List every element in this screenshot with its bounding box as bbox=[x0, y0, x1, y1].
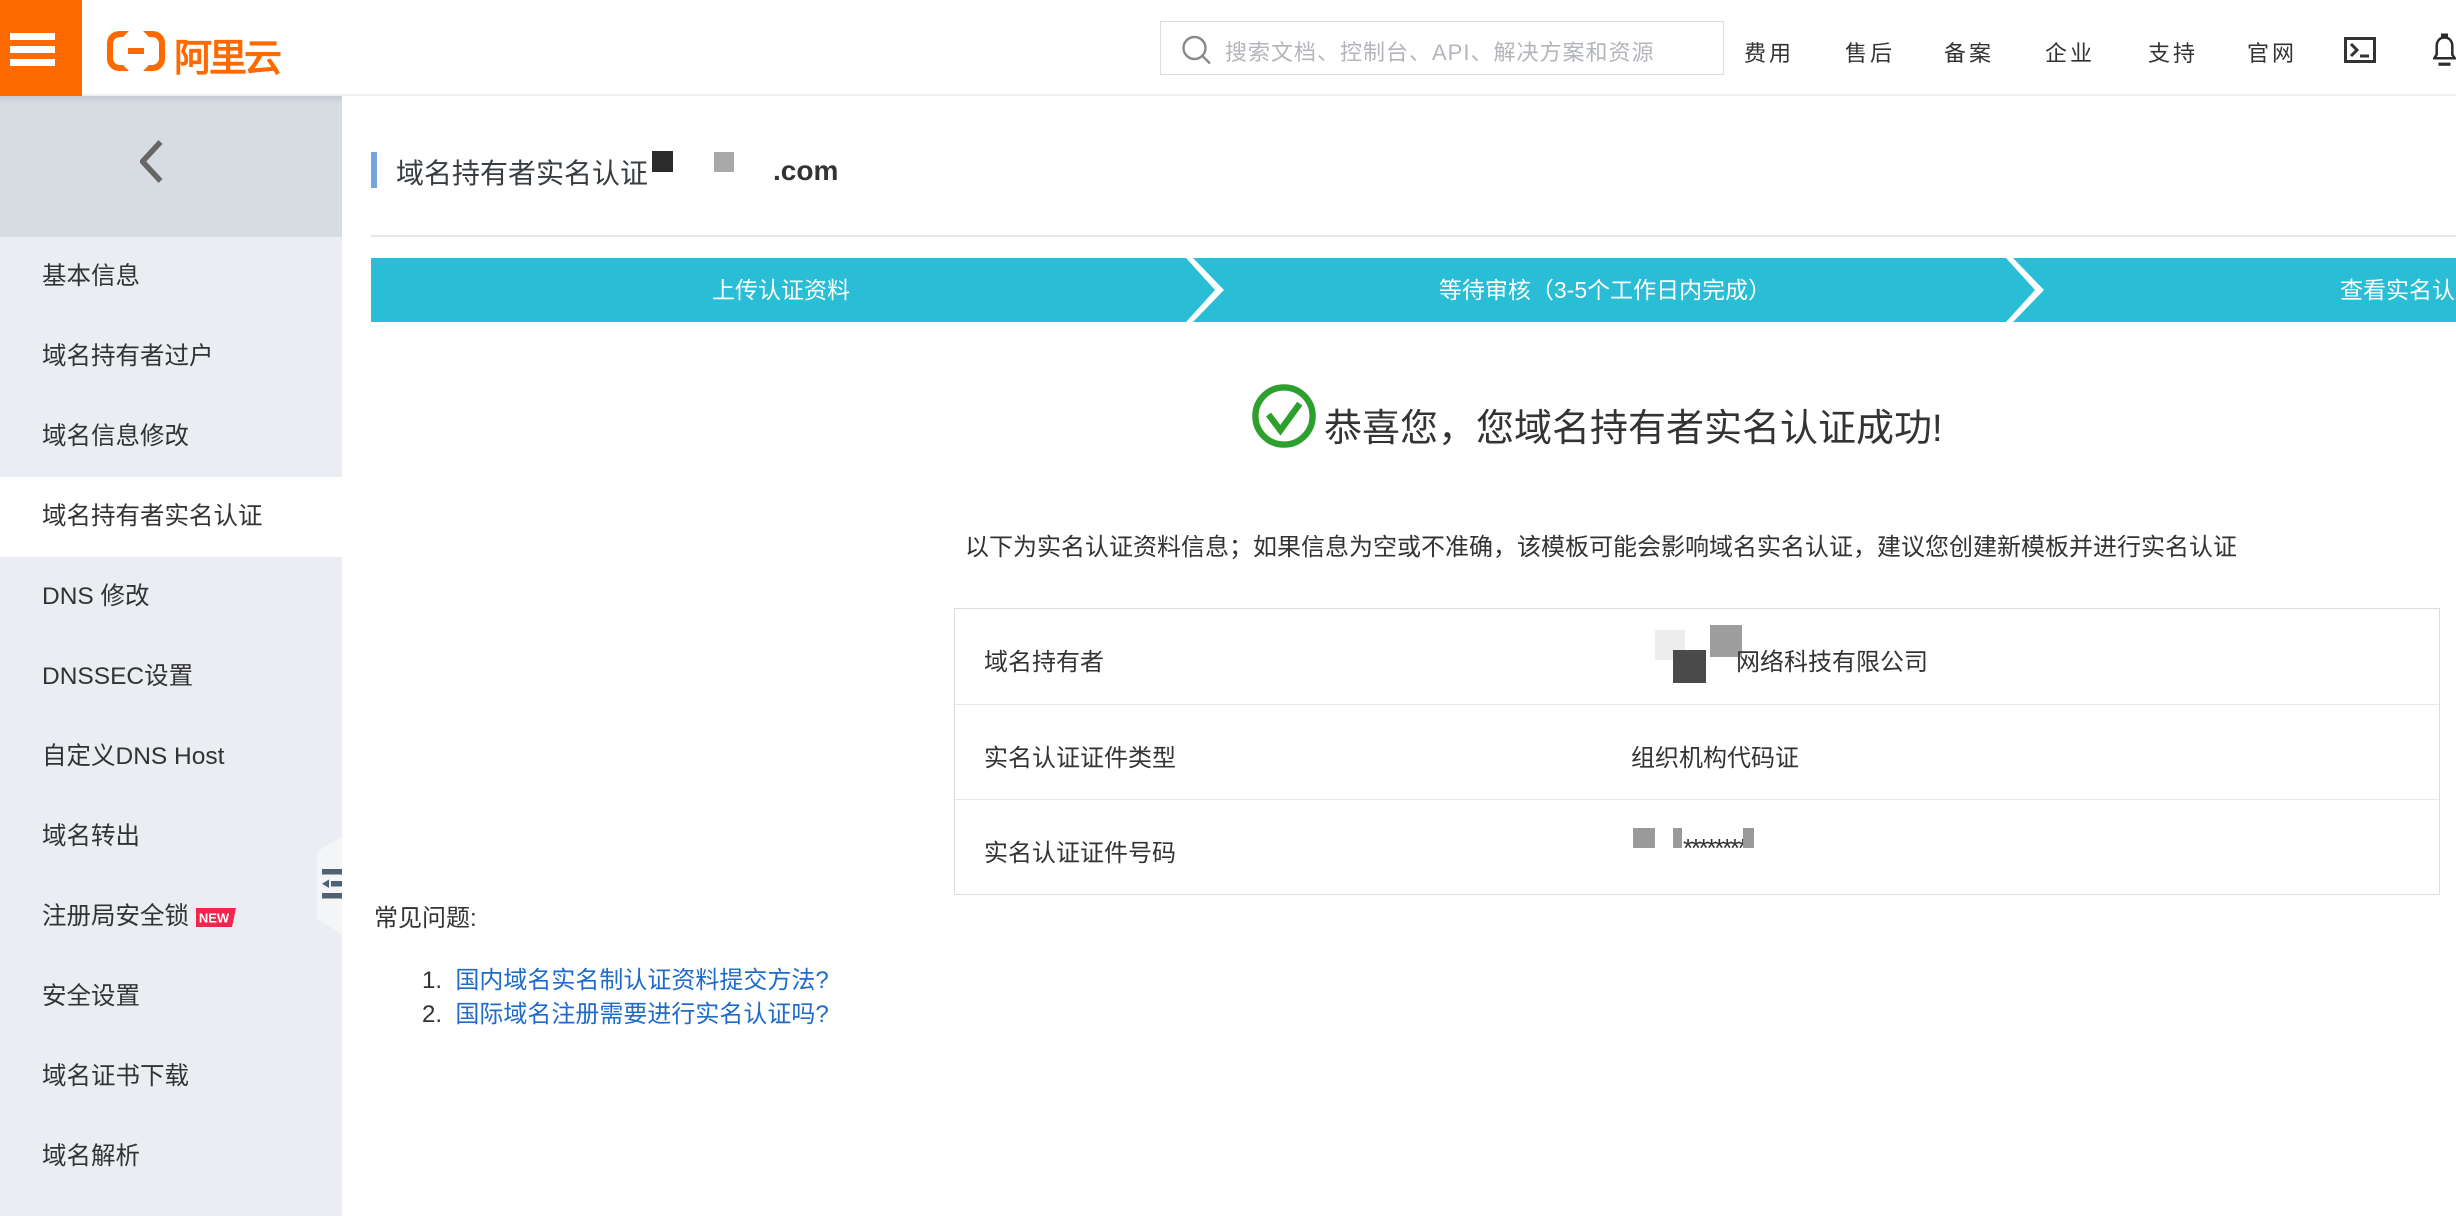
svg-text:NEW: NEW bbox=[199, 911, 230, 926]
